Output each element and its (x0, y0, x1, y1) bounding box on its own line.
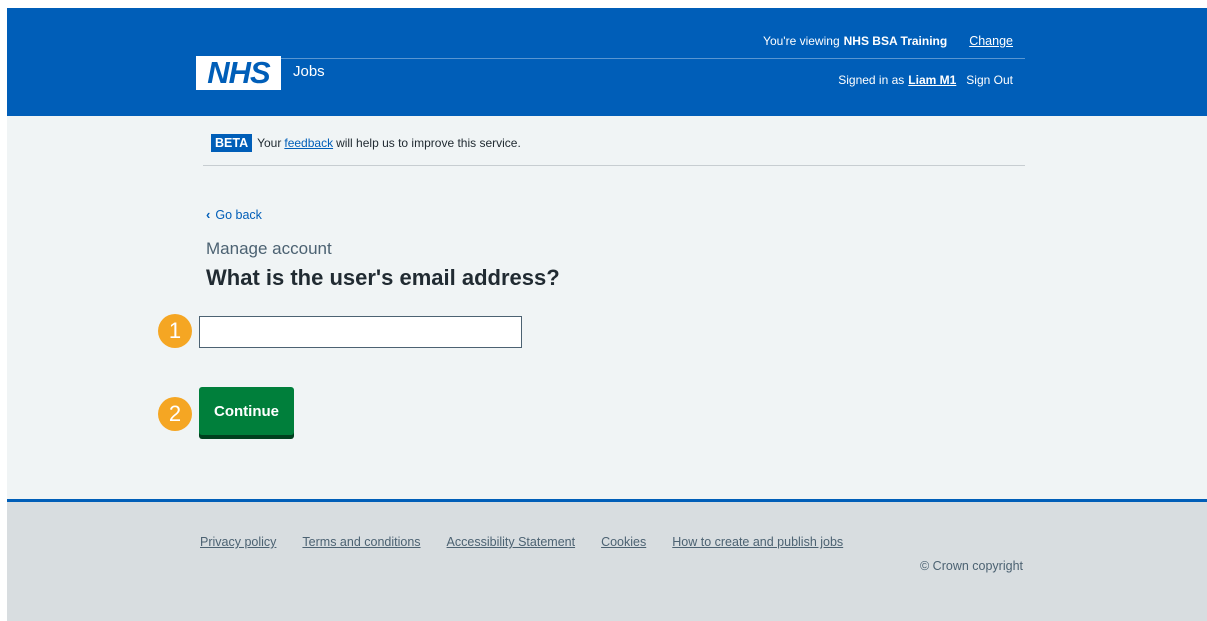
footer-link-accessibility[interactable]: Accessibility Statement (447, 535, 576, 549)
email-input[interactable] (199, 316, 522, 348)
beta-tag: BETA (211, 134, 253, 152)
viewing-prefix: You're viewing (763, 34, 840, 48)
chevron-left-icon: ‹ (206, 207, 211, 222)
beta-divider (203, 165, 1025, 166)
continue-button[interactable]: Continue (199, 387, 294, 435)
page-caption: Manage account (206, 239, 332, 258)
footer-link-terms[interactable]: Terms and conditions (302, 535, 420, 549)
organisation-viewing: You're viewing NHS BSA Training Change (763, 34, 1013, 48)
beta-banner: BETA Your feedback will help us to impro… (211, 134, 521, 152)
service-name[interactable]: Jobs (293, 63, 325, 80)
step-marker-1: 1 (158, 314, 192, 348)
copyright-text: © Crown copyright (920, 559, 1023, 573)
header-divider (196, 58, 1025, 59)
signed-in-prefix: Signed in as (838, 73, 905, 87)
page-frame: NHS Jobs You're viewing NHS BSA Training… (7, 8, 1207, 621)
page-title: What is the user's email address? (206, 265, 560, 290)
site-header: NHS Jobs You're viewing NHS BSA Training… (7, 8, 1207, 116)
feedback-link[interactable]: feedback (284, 136, 333, 150)
footer-links: Privacy policy Terms and conditions Acce… (200, 535, 869, 549)
beta-text-after: will help us to improve this service. (336, 136, 521, 150)
footer-link-privacy-policy[interactable]: Privacy policy (200, 535, 276, 549)
nhs-logo[interactable]: NHS (196, 56, 281, 90)
viewing-organisation: NHS BSA Training (843, 34, 948, 48)
back-link-label: Go back (215, 207, 262, 222)
footer-link-cookies[interactable]: Cookies (601, 535, 646, 549)
user-name-link[interactable]: Liam M1 (908, 73, 956, 87)
site-footer: Privacy policy Terms and conditions Acce… (7, 499, 1207, 621)
back-link[interactable]: ‹ Go back (206, 207, 262, 222)
step-marker-2: 2 (158, 397, 192, 431)
signed-in-info: Signed in as Liam M1 Sign Out (838, 73, 1013, 87)
beta-text-before: Your (257, 136, 282, 150)
footer-link-how-to-publish[interactable]: How to create and publish jobs (672, 535, 843, 549)
sign-out-link[interactable]: Sign Out (966, 73, 1013, 87)
change-organisation-link[interactable]: Change (969, 34, 1013, 48)
